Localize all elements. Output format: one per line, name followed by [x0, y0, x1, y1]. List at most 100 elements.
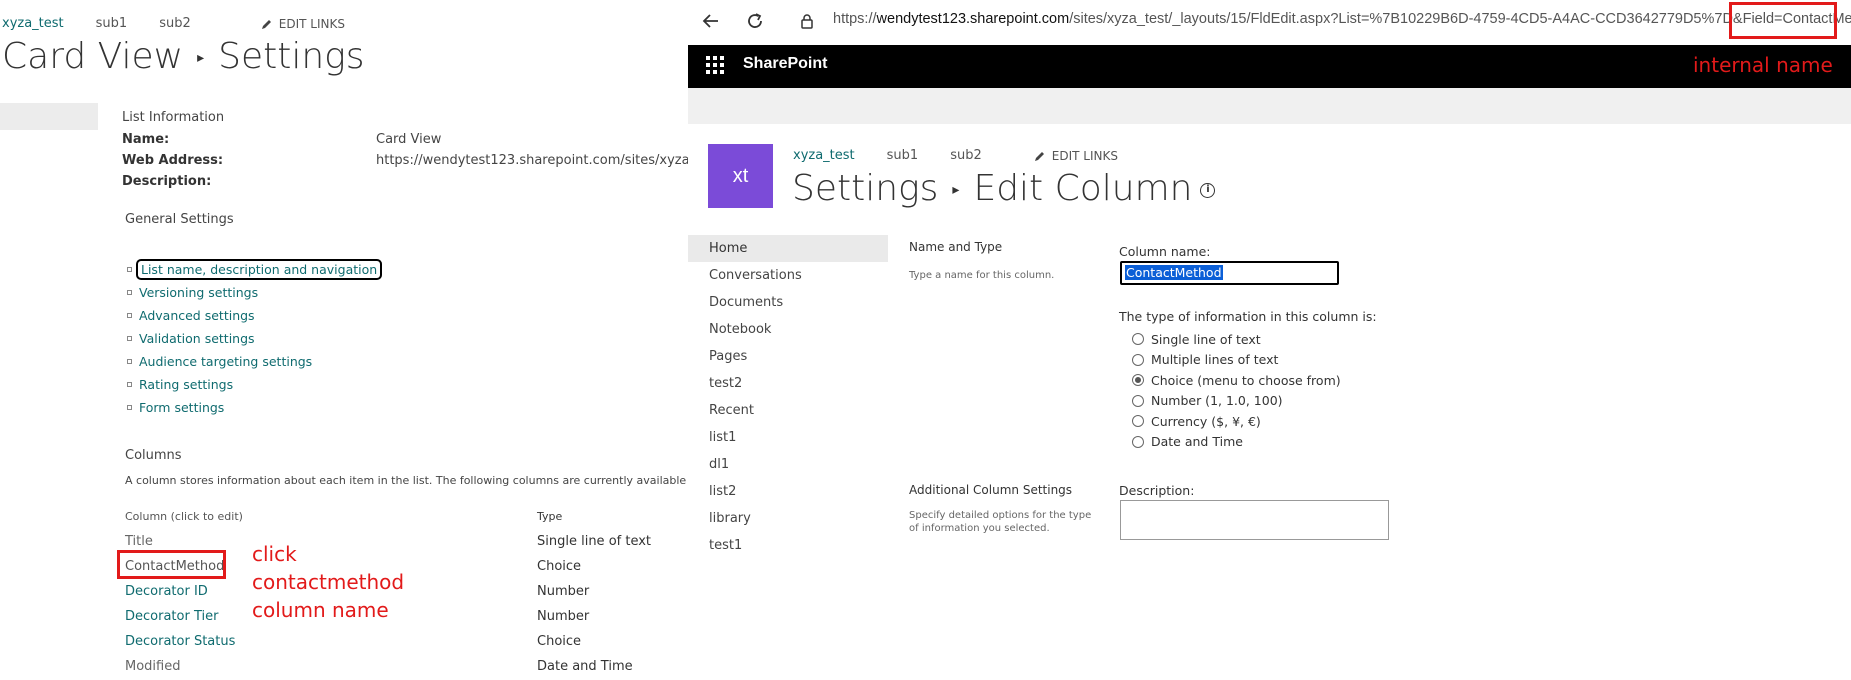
- list-item[interactable]: Rating settings: [125, 373, 379, 396]
- suite-bar: SharePoint internal name: [688, 45, 1851, 88]
- settings-link-advanced[interactable]: Advanced settings: [139, 308, 255, 323]
- nav-item-test2[interactable]: test2: [688, 370, 888, 397]
- quick-launch: Home Conversations Documents Notebook Pa…: [688, 235, 888, 559]
- site-info-icon[interactable]: [796, 10, 818, 32]
- additional-settings-description: Specify detailed options for the type of…: [909, 510, 1092, 534]
- type-header: Type: [537, 510, 563, 523]
- column-type: Single line of text: [537, 534, 652, 549]
- address-bar[interactable]: https://wendytest123.sharepoint.com/site…: [833, 11, 1851, 27]
- description-textarea[interactable]: [1120, 500, 1389, 540]
- settings-link-validation[interactable]: Validation settings: [139, 331, 255, 346]
- radio-label: Single line of text: [1151, 331, 1261, 347]
- top-nav: xyza_test sub1 sub2 EDIT LINKS: [2, 16, 409, 31]
- nav-site-link[interactable]: xyza_test: [793, 148, 855, 163]
- nav-item-conversations[interactable]: Conversations: [688, 262, 888, 289]
- column-link-decorator-tier[interactable]: Decorator Tier: [125, 604, 218, 629]
- column-type-radio-group: Single line of text Multiple lines of te…: [1132, 329, 1341, 452]
- column-type: Choice: [537, 634, 582, 649]
- settings-link-versioning[interactable]: Versioning settings: [139, 285, 258, 300]
- radio-choice[interactable]: Choice (menu to choose from): [1132, 370, 1341, 391]
- list-item[interactable]: Advanced settings: [125, 304, 379, 327]
- edit-links-button[interactable]: EDIT LINKS: [261, 17, 377, 31]
- annotation-line: column name: [252, 598, 389, 622]
- nav-sub1-link[interactable]: sub1: [887, 148, 919, 163]
- radio-label: Choice (menu to choose from): [1151, 372, 1341, 388]
- bullet-icon: [127, 405, 132, 410]
- nav-item-test1[interactable]: test1: [688, 532, 888, 559]
- column-link-decorator-status[interactable]: Decorator Status: [125, 629, 235, 654]
- table-row: Modified Date and Time: [125, 654, 685, 679]
- type-question: The type of information in this column i…: [1119, 309, 1377, 324]
- list-item[interactable]: List name, description and navigation: [125, 258, 383, 281]
- title-page[interactable]: Settings: [792, 168, 938, 209]
- name-label: Name:: [122, 132, 170, 147]
- back-icon[interactable]: [700, 10, 722, 32]
- site-logo[interactable]: xt: [708, 144, 773, 208]
- column-name-value: ContactMethod: [1125, 265, 1223, 280]
- column-link-modified[interactable]: Modified: [125, 654, 180, 679]
- reload-icon[interactable]: [744, 10, 766, 32]
- annotation-internal-name: internal name: [1693, 53, 1833, 77]
- title-list-name[interactable]: Card View: [2, 36, 183, 77]
- radio-number[interactable]: Number (1, 1.0, 100): [1132, 391, 1341, 412]
- nav-item-home[interactable]: Home: [688, 235, 888, 262]
- list-item[interactable]: Form settings: [125, 396, 379, 419]
- column-name-input[interactable]: ContactMethod: [1120, 261, 1339, 285]
- breadcrumb-arrow-icon: ▸: [197, 50, 205, 66]
- settings-link-audience[interactable]: Audience targeting settings: [139, 354, 312, 369]
- columns-heading: Columns: [125, 448, 182, 463]
- nav-site-link[interactable]: xyza_test: [2, 16, 64, 31]
- list-item[interactable]: Audience targeting settings: [125, 350, 379, 373]
- radio-circle-icon: [1132, 415, 1144, 428]
- app-launcher-icon[interactable]: [706, 56, 724, 74]
- command-band: [688, 88, 1851, 124]
- nav-item-library[interactable]: library: [688, 505, 888, 532]
- nav-item-notebook[interactable]: Notebook: [688, 316, 888, 343]
- nav-item-recent[interactable]: Recent: [688, 397, 888, 424]
- bullet-icon: [127, 382, 132, 387]
- list-item[interactable]: Versioning settings: [125, 281, 379, 304]
- nav-sub1-link[interactable]: sub1: [96, 16, 128, 31]
- radio-multiple-lines[interactable]: Multiple lines of text: [1132, 350, 1341, 371]
- settings-link-rating[interactable]: Rating settings: [139, 377, 233, 392]
- title-sub: Edit Column: [973, 168, 1193, 209]
- general-settings-heading: General Settings: [125, 212, 234, 227]
- radio-circle-icon: [1132, 394, 1144, 407]
- columns-description: A column stores information about each i…: [125, 474, 688, 487]
- radio-circle-icon: [1132, 435, 1144, 448]
- title-page: Settings: [218, 36, 365, 77]
- radio-currency[interactable]: Currency ($, ¥, €): [1132, 411, 1341, 432]
- page-title: Card View ▸ Settings: [2, 36, 365, 77]
- url-prefix: https://: [833, 11, 877, 27]
- nav-sub2-link[interactable]: sub2: [159, 16, 191, 31]
- nav-item-documents[interactable]: Documents: [688, 289, 888, 316]
- radio-circle-icon: [1132, 333, 1144, 346]
- table-header: Column (click to edit) Type: [125, 504, 685, 529]
- name-type-heading: Name and Type: [909, 240, 1003, 254]
- nav-item-list1[interactable]: list1: [688, 424, 888, 451]
- highlight-box-contactmethod: [117, 550, 226, 579]
- info-icon[interactable]: i: [1200, 182, 1216, 198]
- radio-label: Date and Time: [1151, 434, 1243, 450]
- nav-item-list2[interactable]: list2: [688, 478, 888, 505]
- settings-link-name-description[interactable]: List name, description and navigation: [135, 259, 383, 280]
- list-item[interactable]: Validation settings: [125, 327, 379, 350]
- column-type: Number: [537, 584, 590, 599]
- nav-item-dl1[interactable]: dl1: [688, 451, 888, 478]
- web-address-label: Web Address:: [122, 153, 224, 168]
- settings-link-form[interactable]: Form settings: [139, 400, 224, 415]
- radio-single-line[interactable]: Single line of text: [1132, 329, 1341, 350]
- suite-name[interactable]: SharePoint: [743, 55, 827, 73]
- edit-column-panel: https://wendytest123.sharepoint.com/site…: [688, 0, 1851, 680]
- nav-sub2-link[interactable]: sub2: [950, 148, 982, 163]
- nav-item-pages[interactable]: Pages: [688, 343, 888, 370]
- table-row: Decorator Status Choice: [125, 629, 685, 654]
- page-title: Settings ▸ Edit Column i: [792, 168, 1216, 209]
- highlight-box-internal-name: [1729, 2, 1837, 39]
- radio-date-time[interactable]: Date and Time: [1132, 432, 1341, 453]
- edit-links-button[interactable]: EDIT LINKS: [1034, 149, 1150, 163]
- name-value: Card View: [376, 132, 442, 147]
- annotation-line: contactmethod: [252, 570, 405, 594]
- description-label: Description:: [122, 174, 212, 189]
- column-link-decorator-id[interactable]: Decorator ID: [125, 579, 208, 604]
